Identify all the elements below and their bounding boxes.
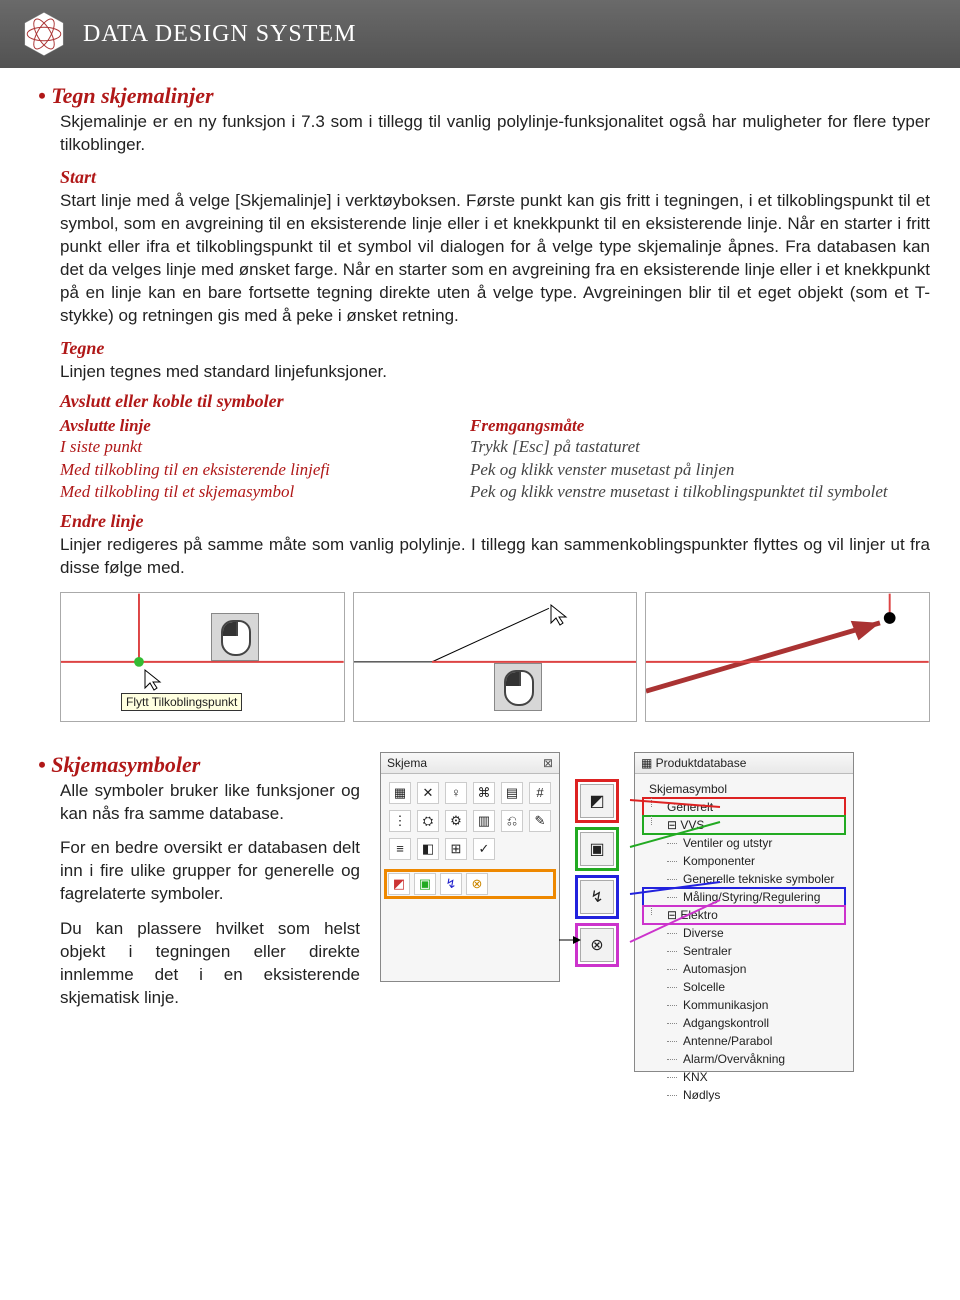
col-right-row1: Trykk [Esc] på tastaturet: [470, 436, 930, 458]
skjema-toolbox-panel: Skjema ⊠ ▦ ✕ ♀ ⌘ ▤ # ⋮ ⛭ ⚙ ▥ ⎌ ✎ ≡: [380, 752, 560, 982]
tooltip-flytt-tilkoblingspunkt: Flytt Tilkoblingspunkt: [121, 693, 242, 711]
tree-leaf-maaling[interactable]: Måling/Styring/Regulering: [643, 888, 845, 906]
cursor-icon: [143, 668, 163, 692]
toolbox-titlebar: Skjema ⊠: [381, 753, 559, 774]
mouse-icon-box: [211, 613, 259, 661]
tree-node-elektro[interactable]: ⊟ Elektro: [643, 906, 845, 924]
tool-icon[interactable]: ⚙: [445, 810, 467, 832]
tree-leaf[interactable]: Automasjon: [643, 960, 845, 978]
endre-heading: Endre linje: [60, 511, 930, 532]
tree-node-generelt[interactable]: Generelt: [643, 798, 845, 816]
tegne-heading: Tegne: [60, 338, 930, 359]
mouse-left-click-icon: [504, 670, 534, 706]
tool-icon[interactable]: #: [529, 782, 551, 804]
col-right-row3: Pek og klikk venstre musetast i tilkobli…: [470, 481, 930, 503]
tree-leaf[interactable]: Antenne/Parabol: [643, 1032, 845, 1050]
start-paragraph: Start linje med å velge [Skjemalinje] i …: [60, 190, 930, 328]
col-left-heading: Avslutte linje: [60, 416, 430, 436]
endre-paragraph: Linjer redigeres på samme måte som vanli…: [60, 534, 930, 580]
diagram-panel-3: [645, 592, 930, 722]
tree-titlebar: ▦ Produktdatabase: [635, 753, 853, 774]
skjemasymboler-p2: For en bedre oversikt er databasen delt …: [60, 837, 360, 906]
tree-leaf[interactable]: Nødlys: [643, 1086, 845, 1104]
tool-icon[interactable]: ⛭: [417, 810, 439, 832]
two-column-table: Avslutte linje I siste punkt Med tilkobl…: [60, 416, 930, 502]
symbol-category-maaling-button[interactable]: ↯: [580, 880, 614, 914]
tool-row-highlighted: ◩ ▣ ↯ ⊗: [387, 872, 553, 896]
col-right-row2: Pek og klikk venster musetast på linjen: [470, 459, 930, 481]
tool-icon[interactable]: ⌘: [473, 782, 495, 804]
section-title-tegn-skjemalinjer: Tegn skjemalinjer: [38, 83, 930, 109]
intro-text: Skjemalinje er en ny funksjon i 7.3 som …: [60, 111, 930, 157]
mouse-left-click-icon: [221, 620, 251, 656]
skjemasymboler-p3: Du kan plassere hvilket som helst objekt…: [60, 918, 360, 1010]
diagram-row: Flytt Tilkoblingspunkt: [60, 592, 930, 722]
tree-leaf[interactable]: Generelle tekniske symboler: [643, 870, 845, 888]
tool-icon[interactable]: ✎: [529, 810, 551, 832]
avslutt-heading: Avslutt eller koble til symboler: [60, 391, 930, 412]
tool-symbol-elektro-icon[interactable]: ⊗: [466, 873, 488, 895]
col-left-row3: Med tilkobling til et skjemasymbol: [60, 481, 430, 503]
cursor-icon: [549, 603, 569, 627]
symbol-category-vvs-button[interactable]: ▣: [580, 832, 614, 866]
symbol-button-column: ◩ ▣ ↯ ⊗: [578, 752, 616, 1072]
tree-leaf[interactable]: Kommunikasjon: [643, 996, 845, 1014]
tegne-paragraph: Linjen tegnes med standard linjefunksjon…: [60, 361, 930, 384]
tool-icon[interactable]: ⎌: [501, 810, 523, 832]
tree-leaf[interactable]: Komponenter: [643, 852, 845, 870]
tree-root[interactable]: Skjemasymbol: [643, 780, 845, 798]
tool-icon[interactable]: ⋮: [389, 810, 411, 832]
tree-leaf[interactable]: Diverse: [643, 924, 845, 942]
symbol-category-generelt-button[interactable]: ◩: [580, 784, 614, 818]
tool-icon[interactable]: ✓: [473, 838, 495, 860]
diagram-panel-1: Flytt Tilkoblingspunkt: [60, 592, 345, 722]
produktdatabase-panel: ▦ Produktdatabase Skjemasymbol Generelt …: [634, 752, 854, 1072]
symbol-category-elektro-button[interactable]: ⊗: [580, 928, 614, 962]
tool-icon[interactable]: ✕: [417, 782, 439, 804]
tree-leaf[interactable]: Ventiler og utstyr: [643, 834, 845, 852]
tree-leaf[interactable]: Sentraler: [643, 942, 845, 960]
section-title-skjemasymboler: Skjemasymboler: [38, 752, 360, 778]
tool-symbol-general-icon[interactable]: ◩: [388, 873, 410, 895]
tool-icon[interactable]: ▦: [389, 782, 411, 804]
tool-icon[interactable]: ≡: [389, 838, 411, 860]
brand-logo-icon: [20, 10, 68, 58]
tool-symbol-maaling-icon[interactable]: ↯: [440, 873, 462, 895]
col-right-heading: Fremgangsmåte: [470, 416, 930, 436]
tool-icon[interactable]: ♀: [445, 782, 467, 804]
app-header: DATA DESIGN SYSTEM: [0, 0, 960, 68]
tool-symbol-vvs-icon[interactable]: ▣: [414, 873, 436, 895]
tool-icon[interactable]: ▥: [473, 810, 495, 832]
tool-icon[interactable]: ◧: [417, 838, 439, 860]
brand-title: DATA DESIGN SYSTEM: [83, 21, 356, 48]
close-icon[interactable]: ⊠: [543, 756, 553, 770]
tree-body: Skjemasymbol Generelt ⊟ VVS Ventiler og …: [635, 774, 853, 1110]
tree-leaf[interactable]: Adgangskontroll: [643, 1014, 845, 1032]
toolbox-title: Skjema: [387, 756, 427, 770]
tool-icon[interactable]: ⊞: [445, 838, 467, 860]
tool-icon[interactable]: ▤: [501, 782, 523, 804]
tree-leaf[interactable]: Solcelle: [643, 978, 845, 996]
col-left-row2: Med tilkobling til en eksisterende linje…: [60, 459, 430, 481]
mouse-icon-box: [494, 663, 542, 711]
tree-node-vvs[interactable]: ⊟ VVS: [643, 816, 845, 834]
diagram-panel-2: [353, 592, 638, 722]
col-left-row1: I siste punkt: [60, 436, 430, 458]
start-heading: Start: [60, 167, 930, 188]
tree-title: Produktdatabase: [656, 756, 747, 770]
tree-leaf[interactable]: Alarm/Overvåkning: [643, 1050, 845, 1068]
skjemasymboler-p1: Alle symboler bruker like funksjoner og …: [60, 780, 360, 826]
tree-leaf[interactable]: KNX: [643, 1068, 845, 1086]
arrow-right-icon: [559, 934, 581, 946]
